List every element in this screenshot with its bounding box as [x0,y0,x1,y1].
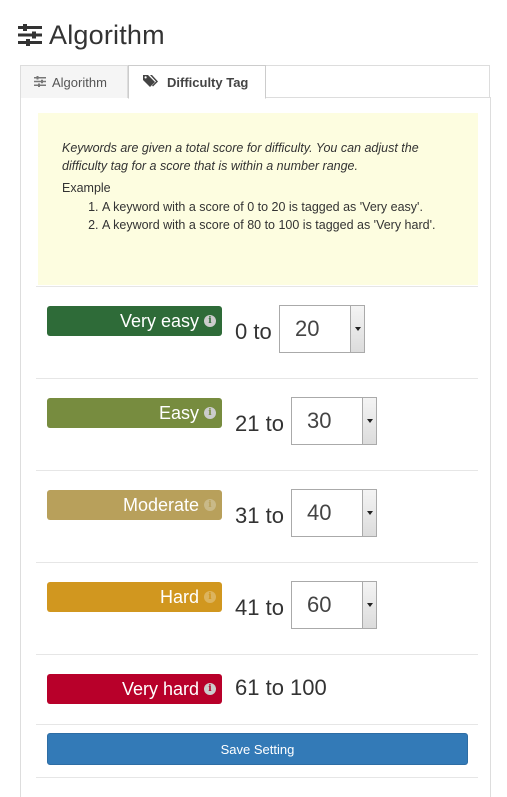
divider [36,777,478,778]
save-setting-button[interactable]: Save Setting [47,733,468,765]
tag-label-very-easy: Very easy i [47,306,222,336]
tag-name: Moderate [122,494,199,515]
tab-label: Algorithm [52,74,107,90]
info-icon[interactable]: i [204,683,216,695]
tag-row-easy: Easy i 21 to 30 [36,378,478,470]
tag-row-moderate: Moderate i 31 to 40 [36,470,478,562]
info-icon[interactable]: i [204,591,216,603]
select-value: 60 [307,592,332,617]
tag-name: Hard [159,586,199,607]
info-icon[interactable]: i [204,407,216,419]
select-value: 20 [295,316,320,341]
difficulty-tag-panel: Keywords are given a total score for dif… [20,97,491,797]
tab-algorithm[interactable]: Algorithm [20,65,128,98]
tag-label-easy: Easy i [47,398,222,428]
chevron-down-icon[interactable] [362,582,376,628]
example-label: Example [62,181,111,195]
select-value: 40 [307,500,332,525]
range-start: 0 to [235,319,272,344]
page-title: Algorithm [49,19,165,50]
range-end-select[interactable]: 40 [291,489,377,537]
tag-row-very-hard: Very hard i 61 to 100 [36,654,478,724]
tab-difficulty-tag[interactable]: Difficulty Tag [128,65,266,99]
info-icon[interactable]: i [204,315,216,327]
tab-bar-filler [266,65,490,97]
range-start: 41 to [235,595,284,620]
example-list: A keyword with a score of 0 to 20 is tag… [62,198,458,234]
chevron-down-icon[interactable] [362,490,376,536]
tag-label-moderate: Moderate i [47,490,222,520]
sliders-icon [18,24,42,46]
select-value: 30 [307,408,332,433]
range-end-select[interactable]: 60 [291,581,377,629]
tag-name: Easy [158,402,199,423]
range-start: 21 to [235,411,284,436]
tag-name: Very hard [121,678,199,699]
tag-name: Very easy [119,310,199,331]
tag-label-very-hard: Very hard i [47,674,222,704]
tag-row-hard: Hard i 41 to 60 [36,562,478,654]
page-header: Algorithm [18,18,165,52]
tag-label-hard: Hard i [47,582,222,612]
info-icon[interactable]: i [204,499,216,511]
info-text: Keywords are given a total score for dif… [62,141,419,173]
range-end-select[interactable]: 20 [279,305,365,353]
list-item: A keyword with a score of 0 to 20 is tag… [102,198,458,216]
chevron-down-icon[interactable] [350,306,364,352]
tag-row-very-easy: Very easy i 0 to 20 [36,286,478,378]
sliders-icon [34,75,46,90]
tab-label: Difficulty Tag [167,74,249,90]
tags-icon [143,74,161,91]
range-end-select[interactable]: 30 [291,397,377,445]
divider [36,724,478,725]
range-start: 31 to [235,503,284,528]
list-item: A keyword with a score of 80 to 100 is t… [102,216,458,234]
tab-bar: Algorithm Difficulty Tag [20,65,490,99]
chevron-down-icon[interactable] [362,398,376,444]
range-text-very-hard: 61 to 100 [235,675,327,700]
info-box: Keywords are given a total score for dif… [38,113,478,285]
